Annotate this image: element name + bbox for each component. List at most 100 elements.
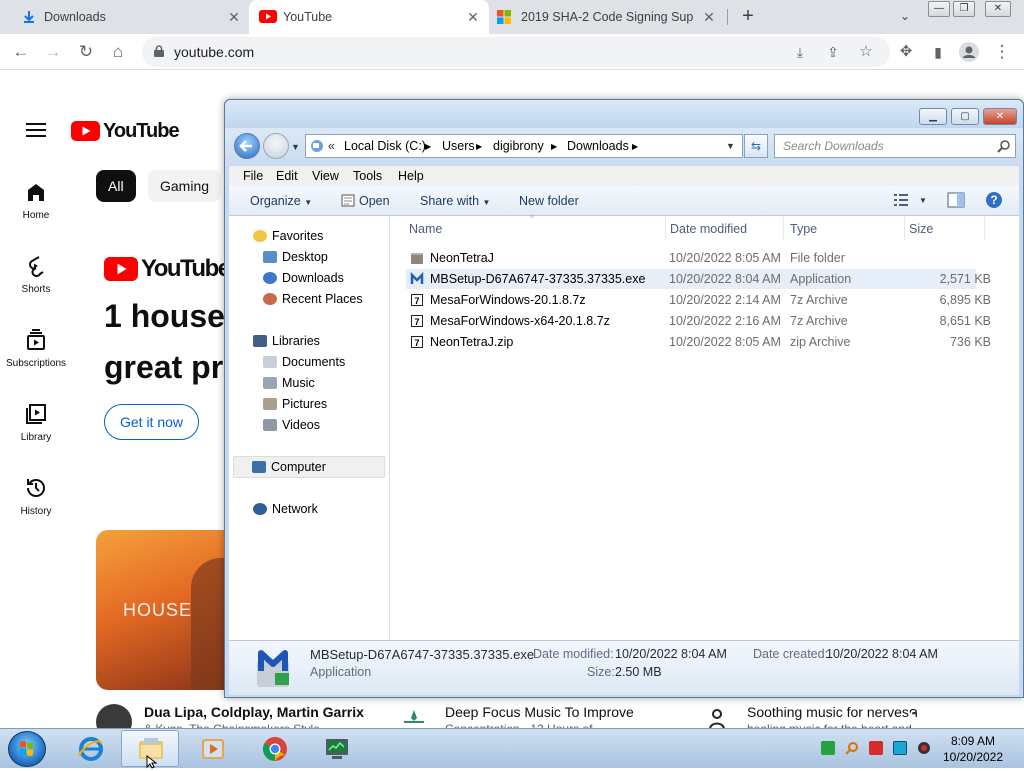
breadcrumb-chevron-icon[interactable]: ▶ bbox=[551, 142, 557, 151]
nav-item-history[interactable]: History bbox=[0, 476, 72, 517]
minimize-button[interactable]: ▁ bbox=[919, 108, 947, 125]
file-row[interactable]: 7 NeonTetraJ.zip 10/20/2022 8:05 AM zip … bbox=[406, 332, 991, 352]
youtube-logo[interactable]: YouTube bbox=[71, 120, 180, 142]
channel-avatar[interactable] bbox=[402, 708, 426, 730]
breadcrumb-local-disk[interactable]: Local Disk (C:) bbox=[344, 139, 426, 153]
close-icon[interactable]: ✕ bbox=[465, 9, 481, 25]
nav-item-shorts[interactable]: Shorts bbox=[0, 254, 72, 295]
recent-pages-chevron-icon[interactable]: ▼ bbox=[291, 142, 300, 152]
new-tab-button[interactable]: + bbox=[737, 5, 759, 27]
hamburger-menu-icon[interactable] bbox=[26, 123, 46, 137]
install-icon[interactable]: ⤓ bbox=[789, 41, 811, 63]
breadcrumb-overflow-icon[interactable]: « bbox=[328, 139, 335, 153]
open-button[interactable]: Open bbox=[341, 194, 390, 208]
search-icon[interactable] bbox=[845, 741, 859, 755]
breadcrumb-chevron-icon[interactable]: ▶ bbox=[632, 142, 638, 151]
help-icon[interactable]: ? bbox=[985, 191, 1003, 212]
flag-icon[interactable] bbox=[869, 741, 883, 755]
column-name[interactable]: Name bbox=[409, 222, 442, 236]
close-icon[interactable]: ✕ bbox=[701, 9, 717, 25]
close-window-button[interactable]: ✕ bbox=[983, 108, 1017, 125]
search-icon[interactable] bbox=[997, 139, 1011, 153]
maximize-button[interactable]: ▢ bbox=[951, 108, 979, 125]
video-thumbnail[interactable]: HOUSE bbox=[96, 530, 236, 690]
column-size[interactable]: Size bbox=[909, 222, 933, 236]
file-row-selected[interactable]: MBSetup-D67A6747-37335.37335.exe 10/20/2… bbox=[406, 269, 991, 289]
display-icon[interactable] bbox=[893, 741, 907, 755]
chevron-down-icon[interactable]: ⌄ bbox=[896, 7, 914, 25]
nav-favorites[interactable]: Favorites bbox=[253, 229, 323, 243]
clock[interactable]: 8:09 AM 10/20/2022 bbox=[930, 733, 1016, 765]
taskbar-windows-explorer[interactable] bbox=[121, 730, 179, 769]
close-icon[interactable]: ✕ bbox=[226, 9, 242, 25]
column-date-modified[interactable]: Date modified bbox=[670, 222, 747, 236]
bookmark-star-icon[interactable]: ☆ bbox=[855, 41, 877, 63]
file-row[interactable]: 7 MesaForWindows-20.1.8.7z 10/20/2022 2:… bbox=[406, 290, 991, 310]
extensions-icon[interactable]: ✥ bbox=[895, 41, 917, 63]
get-it-now-button[interactable]: Get it now bbox=[104, 404, 199, 440]
share-icon[interactable]: ⇪ bbox=[822, 41, 844, 63]
volume-icon[interactable] bbox=[917, 741, 931, 755]
column-divider[interactable] bbox=[665, 216, 666, 240]
nav-libraries[interactable]: Libraries bbox=[253, 334, 320, 348]
restore-button[interactable]: ❐ bbox=[953, 1, 975, 17]
video-title[interactable]: Soothing music for nervesຈ bbox=[747, 704, 918, 721]
tab-youtube[interactable]: YouTube ✕ bbox=[249, 0, 489, 34]
nav-downloads[interactable]: Downloads bbox=[263, 271, 344, 285]
video-title[interactable]: Dua Lipa, Coldplay, Martin Garrix bbox=[144, 704, 364, 720]
forward-arrow-icon[interactable]: → bbox=[42, 41, 64, 63]
breadcrumb-users[interactable]: Users bbox=[442, 139, 475, 153]
nav-network[interactable]: Network bbox=[253, 502, 318, 516]
file-row[interactable]: NeonTetraJ 10/20/2022 8:05 AM File folde… bbox=[406, 248, 976, 268]
nav-computer[interactable]: Computer bbox=[233, 456, 385, 478]
chip-gaming[interactable]: Gaming bbox=[148, 170, 222, 202]
menu-file[interactable]: File bbox=[243, 169, 263, 183]
channel-avatar[interactable] bbox=[706, 708, 728, 730]
close-window-button[interactable]: ✕ bbox=[985, 1, 1011, 17]
forward-button[interactable] bbox=[263, 133, 289, 159]
breadcrumb-chevron-icon[interactable]: ▶ bbox=[425, 142, 431, 151]
breadcrumb-downloads[interactable]: Downloads bbox=[567, 139, 629, 153]
menu-edit[interactable]: Edit bbox=[276, 169, 298, 183]
reload-icon[interactable]: ↻ bbox=[75, 41, 97, 63]
nav-item-home[interactable]: Home bbox=[0, 180, 72, 221]
share-with-button[interactable]: Share with ▼ bbox=[420, 194, 490, 208]
tab-downloads[interactable]: Downloads ✕ bbox=[22, 0, 242, 34]
address-bar[interactable]: youtube.com ⤓ ⇪ ☆ bbox=[142, 37, 890, 67]
battery-icon[interactable] bbox=[821, 741, 835, 755]
nav-documents[interactable]: Documents bbox=[263, 355, 345, 369]
file-row[interactable]: 7 MesaForWindows-x64-20.1.8.7z 10/20/202… bbox=[406, 311, 991, 331]
nav-videos[interactable]: Videos bbox=[263, 418, 320, 432]
nav-item-library[interactable]: Library bbox=[0, 402, 72, 443]
menu-tools[interactable]: Tools bbox=[353, 169, 382, 183]
column-divider[interactable] bbox=[783, 216, 784, 240]
chip-all[interactable]: All bbox=[96, 170, 136, 202]
view-options-icon[interactable] bbox=[893, 193, 909, 210]
side-panel-icon[interactable]: ▮ bbox=[927, 41, 949, 63]
more-menu-icon[interactable]: ⋮ bbox=[991, 41, 1013, 63]
nav-desktop[interactable]: Desktop bbox=[263, 250, 328, 264]
new-folder-button[interactable]: New folder bbox=[519, 194, 579, 208]
explorer-titlebar[interactable]: ▁ ▢ ✕ bbox=[225, 100, 1023, 128]
chevron-down-icon[interactable]: ▼ bbox=[919, 196, 927, 205]
taskbar-internet-explorer[interactable] bbox=[61, 730, 119, 767]
organize-button[interactable]: Organize ▼ bbox=[250, 194, 312, 208]
breadcrumb-chevron-icon[interactable]: ▶ bbox=[476, 142, 482, 151]
back-button[interactable] bbox=[234, 133, 260, 159]
nav-item-subscriptions[interactable]: Subscriptions bbox=[0, 328, 72, 369]
taskbar-chrome[interactable] bbox=[245, 730, 303, 767]
refresh-icon[interactable]: ⇆ bbox=[744, 134, 768, 158]
nav-recent-places[interactable]: Recent Places bbox=[263, 292, 363, 306]
preview-pane-icon[interactable] bbox=[947, 192, 965, 211]
video-title[interactable]: Deep Focus Music To Improve bbox=[445, 704, 634, 720]
column-type[interactable]: Type bbox=[790, 222, 817, 236]
taskbar-media-player[interactable] bbox=[183, 730, 241, 767]
start-button[interactable] bbox=[8, 731, 46, 767]
taskbar-task-manager[interactable] bbox=[307, 730, 365, 767]
nav-pictures[interactable]: Pictures bbox=[263, 397, 327, 411]
address-bar[interactable]: « Local Disk (C:) ▶ Users ▶ digibrony ▶ … bbox=[305, 134, 743, 158]
breadcrumb-digibrony[interactable]: digibrony bbox=[493, 139, 544, 153]
column-divider[interactable] bbox=[904, 216, 905, 240]
search-input[interactable]: Search Downloads bbox=[774, 134, 1016, 158]
back-arrow-icon[interactable]: ← bbox=[10, 41, 32, 63]
